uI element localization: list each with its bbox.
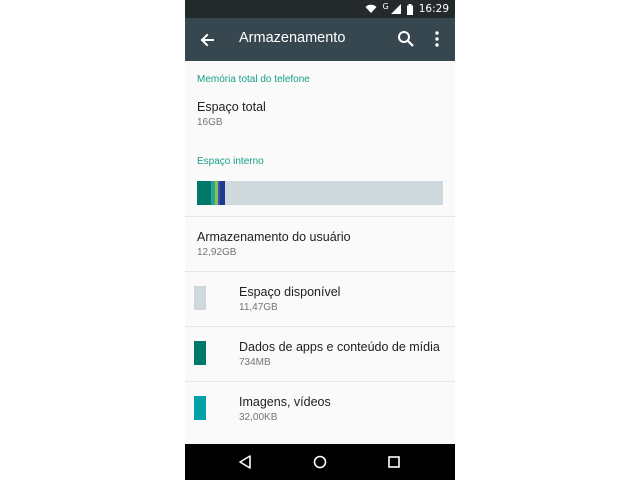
home-circle-icon[interactable]: [313, 455, 327, 469]
color-swatch-available: [194, 286, 206, 310]
user-storage-row[interactable]: Armazenamento do usuário 12,92GB: [185, 217, 455, 271]
battery-icon: [406, 3, 413, 15]
user-storage-label: Armazenamento do usuário: [197, 230, 351, 244]
search-icon[interactable]: [397, 30, 415, 48]
back-arrow-icon[interactable]: [197, 30, 217, 50]
recents-square-icon[interactable]: [388, 456, 400, 468]
total-space-row[interactable]: Espaço total 16GB: [185, 92, 455, 136]
signal-icon: [390, 4, 401, 14]
user-storage-value: 12,92GB: [197, 247, 237, 258]
phone-screen: G 16:29 Armazenamento Memória total do t…: [185, 0, 455, 480]
network-type-label: G: [382, 1, 389, 11]
list-item-apps-data[interactable]: Dados de apps e conteúdo de mídia 734MB: [185, 327, 455, 381]
list-item-images[interactable]: Imagens, vídeos 32,00KB: [185, 382, 455, 436]
item-label: Dados de apps e conteúdo de mídia: [239, 340, 440, 354]
page-title: Armazenamento: [239, 30, 346, 46]
status-time: 16:29: [418, 3, 449, 15]
section-header-internal: Espaço interno: [197, 156, 264, 167]
color-swatch-images: [194, 396, 206, 420]
storage-usage-bar: [197, 181, 443, 205]
item-value: 32,00KB: [239, 412, 278, 423]
more-vert-icon[interactable]: [433, 30, 441, 48]
color-swatch-apps: [194, 341, 206, 365]
wifi-icon: [365, 4, 377, 13]
item-value: 11,47GB: [239, 302, 278, 313]
usage-segment-misc: [220, 181, 226, 205]
item-value: 734MB: [239, 357, 271, 368]
total-space-label: Espaço total: [197, 100, 266, 114]
navigation-bar: [185, 444, 455, 480]
back-triangle-icon[interactable]: [238, 455, 252, 469]
total-space-value: 16GB: [197, 117, 223, 128]
item-label: Imagens, vídeos: [239, 395, 331, 409]
section-header-total: Memória total do telefone: [197, 74, 310, 85]
status-bar: G 16:29: [185, 0, 455, 18]
list-item-available[interactable]: Espaço disponível 11,47GB: [185, 272, 455, 326]
usage-segment-apps: [197, 181, 211, 205]
app-bar: Armazenamento: [185, 18, 455, 61]
item-label: Espaço disponível: [239, 285, 341, 299]
